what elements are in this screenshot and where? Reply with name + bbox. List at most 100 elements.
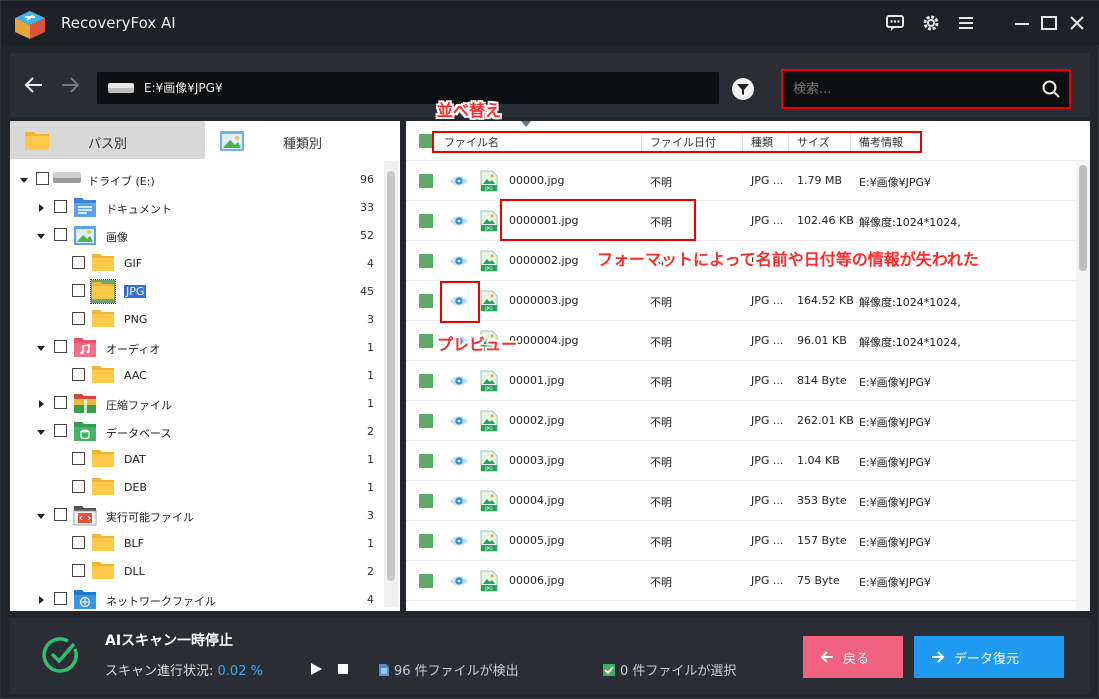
file-checkbox[interactable]	[419, 494, 433, 508]
preview-eye-icon[interactable]	[449, 374, 469, 391]
file-checkbox[interactable]	[419, 574, 433, 588]
svg-text:JPG: JPG	[484, 186, 493, 192]
search-icon[interactable]	[1041, 79, 1061, 99]
column-size[interactable]: サイズ	[797, 134, 830, 150]
tree-item[interactable]: データベース 2	[10, 417, 382, 445]
tree-item[interactable]: ネットワークファイル 4	[10, 585, 382, 613]
file-checkbox[interactable]	[419, 294, 433, 308]
file-checkbox[interactable]	[419, 334, 433, 348]
preview-eye-icon[interactable]	[449, 174, 469, 191]
tab-by-path[interactable]: パス別	[10, 121, 205, 159]
tree-checkbox[interactable]	[72, 368, 85, 381]
tree-checkbox[interactable]	[54, 424, 67, 437]
tree-item[interactable]: 画像 52	[10, 221, 382, 249]
tree-item[interactable]: AAC 1	[10, 361, 382, 389]
tree-item[interactable]: BLF 1	[10, 529, 382, 557]
tree-checkbox[interactable]	[72, 452, 85, 465]
filter-button[interactable]	[732, 78, 754, 100]
back-button[interactable]: 戻る	[803, 636, 903, 678]
preview-eye-icon[interactable]	[449, 214, 469, 231]
preview-eye-icon[interactable]	[449, 574, 469, 591]
menu-icon[interactable]	[956, 13, 976, 33]
play-icon[interactable]	[309, 662, 323, 676]
tree-item[interactable]: 圧縮ファイル 1	[10, 389, 382, 417]
expand-down-arrow-icon[interactable]	[37, 510, 45, 519]
preview-eye-icon[interactable]	[449, 414, 469, 431]
tree-checkbox[interactable]	[54, 396, 67, 409]
tree-checkbox[interactable]	[72, 564, 85, 577]
scrollbar-thumb[interactable]	[387, 171, 395, 581]
file-row[interactable]: JPG 00002.jpg 不明 JPG ... 262.01 KB E:¥画像¥JPG¥	[406, 401, 1076, 441]
expand-down-arrow-icon[interactable]	[20, 174, 28, 183]
file-row[interactable]: JPG 0000003.jpg 不明 JPG ... 164.52 KB 解像度:1024…	[406, 281, 1076, 321]
select-all-checkbox[interactable]	[419, 134, 433, 148]
tree-checkbox[interactable]	[54, 592, 67, 605]
file-list-scrollbar[interactable]	[1076, 161, 1090, 611]
file-row[interactable]: JPG 00003.jpg 不明 JPG ... 1.04 KB E:¥画像¥JPG¥	[406, 441, 1076, 481]
column-type[interactable]: 種類	[751, 134, 773, 150]
expand-down-arrow-icon[interactable]	[37, 342, 45, 351]
maximize-icon[interactable]	[1039, 13, 1059, 33]
recover-button[interactable]: データ復元	[914, 636, 1064, 678]
tree-checkbox[interactable]	[54, 508, 67, 521]
tree-item[interactable]: DAT 1	[10, 445, 382, 473]
tree-item[interactable]: GIF 4	[10, 249, 382, 277]
file-row[interactable]: JPG 0000001.jpg 不明 JPG ... 102.46 KB 解像度:1024…	[406, 201, 1076, 241]
tree-checkbox[interactable]	[72, 284, 85, 297]
tree-item[interactable]: ドライブ (E:) 96	[10, 165, 382, 193]
preview-eye-icon[interactable]	[449, 454, 469, 471]
tree-scrollbar[interactable]	[384, 161, 398, 607]
file-row[interactable]: JPG 00005.jpg 不明 JPG ... 157 Byte E:¥画像¥JPG¥	[406, 521, 1076, 561]
tree-item[interactable]: 実行可能ファイル 3	[10, 501, 382, 529]
archive-folder-icon	[73, 392, 97, 417]
file-checkbox[interactable]	[419, 254, 433, 268]
file-checkbox[interactable]	[419, 454, 433, 468]
tree-checkbox[interactable]	[72, 480, 85, 493]
forward-arrow-icon[interactable]	[58, 73, 82, 97]
tree-checkbox[interactable]	[72, 536, 85, 549]
tree-item[interactable]: ドキュメント 33	[10, 193, 382, 221]
settings-gear-icon[interactable]	[921, 13, 941, 33]
file-row[interactable]: JPG 00004.jpg 不明 JPG ... 353 Byte E:¥画像¥JPG¥	[406, 481, 1076, 521]
file-row[interactable]: JPG 00000.jpg 不明 JPG ... 1.79 MB E:¥画像¥JPG¥	[406, 161, 1076, 201]
file-row[interactable]: JPG 00001.jpg 不明 JPG ... 814 Byte E:¥画像¥JPG¥	[406, 361, 1076, 401]
search-input[interactable]	[793, 79, 1013, 99]
column-notes[interactable]: 備考情報	[859, 134, 903, 150]
expand-down-arrow-icon[interactable]	[37, 426, 45, 435]
stop-icon[interactable]	[336, 662, 350, 676]
tree-item[interactable]: DEB 1	[10, 473, 382, 501]
tree-item[interactable]: オーディオ 1	[10, 333, 382, 361]
minimize-icon[interactable]	[1012, 13, 1032, 33]
tree-checkbox[interactable]	[36, 172, 49, 185]
file-checkbox[interactable]	[419, 374, 433, 388]
feedback-icon[interactable]	[885, 13, 905, 33]
expand-right-arrow-icon[interactable]	[37, 398, 45, 408]
tree-item[interactable]: JPG 45	[10, 277, 382, 305]
expand-down-arrow-icon[interactable]	[37, 230, 45, 239]
path-bar[interactable]: E:¥画像¥JPG¥	[97, 72, 719, 104]
tree-checkbox[interactable]	[54, 200, 67, 213]
file-row[interactable]: JPG 00006.jpg 不明 JPG ... 75 Byte E:¥画像¥JPG¥	[406, 561, 1076, 601]
back-arrow-icon[interactable]	[22, 73, 46, 97]
column-name[interactable]: ファイル名	[444, 134, 499, 150]
file-checkbox[interactable]	[419, 534, 433, 548]
file-checkbox[interactable]	[419, 414, 433, 428]
file-checkbox[interactable]	[419, 174, 433, 188]
tree-item[interactable]: DLL 2	[10, 557, 382, 585]
tree-checkbox[interactable]	[72, 312, 85, 325]
scrollbar-thumb[interactable]	[1079, 165, 1087, 271]
preview-eye-icon[interactable]	[449, 294, 469, 311]
preview-eye-icon[interactable]	[449, 254, 469, 271]
expand-right-arrow-icon[interactable]	[37, 202, 45, 212]
expand-right-arrow-icon[interactable]	[37, 594, 45, 604]
column-date[interactable]: ファイル日付	[650, 134, 716, 150]
tree-checkbox[interactable]	[72, 256, 85, 269]
close-icon[interactable]	[1067, 13, 1087, 33]
tree-checkbox[interactable]	[54, 228, 67, 241]
preview-eye-icon[interactable]	[449, 534, 469, 551]
tree-checkbox[interactable]	[54, 340, 67, 353]
preview-eye-icon[interactable]	[449, 494, 469, 511]
tree-item[interactable]: PNG 3	[10, 305, 382, 333]
tab-by-type[interactable]: 種類別	[205, 121, 400, 159]
file-checkbox[interactable]	[419, 214, 433, 228]
